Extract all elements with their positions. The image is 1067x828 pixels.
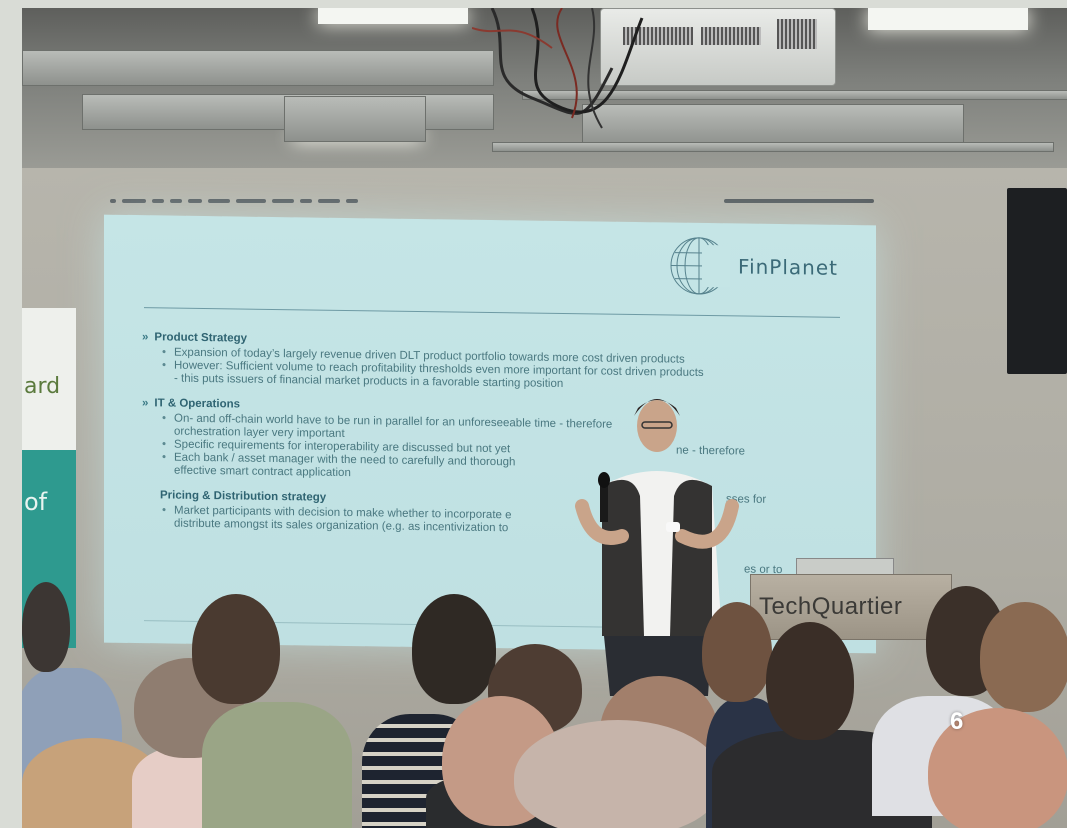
lectern: TechQuartier <box>750 574 952 640</box>
air-duct <box>22 50 494 86</box>
section-title: Pricing & Distribution strategy <box>160 489 327 504</box>
projector-cables <box>472 8 644 129</box>
ceiling <box>22 8 1067 168</box>
ceiling-light <box>868 8 1028 30</box>
photo-frame: FinPlanet »Product Strategy Expansion of… <box>0 0 1067 828</box>
projected-menu-bar <box>104 191 876 211</box>
conference-photo: FinPlanet »Product Strategy Expansion of… <box>22 8 1067 828</box>
lectern-label: TechQuartier <box>759 593 903 620</box>
section-title: IT & Operations <box>154 397 241 411</box>
chevron-icon: » <box>142 331 149 344</box>
wall-loudspeaker <box>1007 188 1067 374</box>
pipe <box>492 142 1054 152</box>
air-duct <box>284 96 426 142</box>
ceiling-light <box>318 8 468 24</box>
slide-brand-name: FinPlanet <box>738 254 838 280</box>
photo-page-number: 6 <box>950 708 964 735</box>
globe-icon <box>670 237 731 295</box>
slide-header-rule <box>144 307 840 318</box>
chevron-icon: » <box>142 397 149 410</box>
section-title: Product Strategy <box>154 331 248 345</box>
slide-logo: FinPlanet <box>668 234 838 298</box>
banner-text: ard <box>24 374 61 399</box>
banner-text: of <box>24 488 48 516</box>
